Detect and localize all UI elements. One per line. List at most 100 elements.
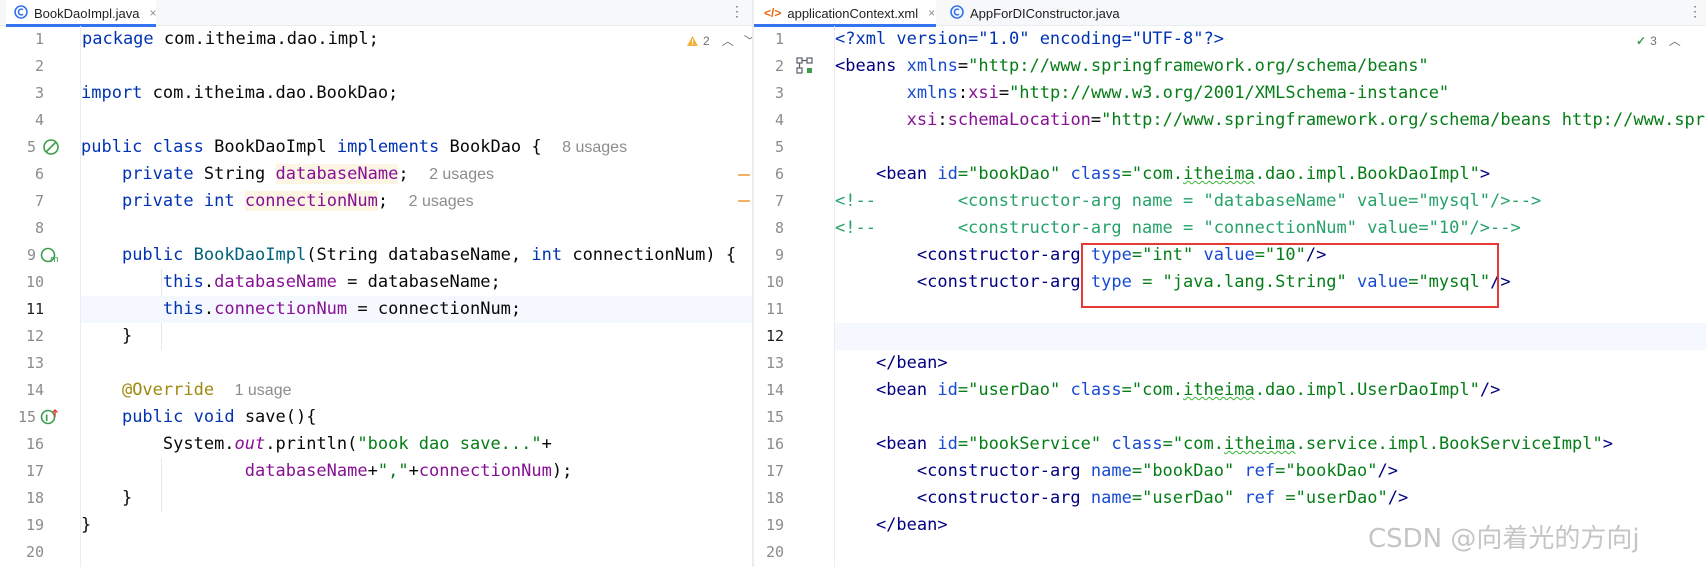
field-name: connectionNum — [244, 191, 378, 211]
xml-attr: id — [937, 434, 958, 454]
line-number: 17 — [765, 462, 784, 480]
code-line: <constructor-arg name="bookDao" ref="boo… — [835, 458, 1706, 485]
xml-attr: name — [1090, 488, 1132, 508]
svg-text:m: m — [50, 255, 59, 264]
line-number: 10 — [765, 273, 784, 291]
code-text: = — [957, 56, 969, 76]
line-number: 9 — [774, 246, 784, 264]
implements-interface-icon[interactable] — [42, 138, 60, 156]
more-tabs-icon[interactable]: ⋮ — [1688, 3, 1702, 20]
xml-value: ="userDao" — [1131, 488, 1245, 508]
xml-value: ="userDao" — [957, 380, 1071, 400]
xml-value: ="com. — [1121, 380, 1184, 400]
code-text: : — [937, 110, 948, 130]
code-line-current: this.connectionNum = connectionNum; — [81, 296, 752, 323]
code-text: com.itheima.dao.impl; — [153, 29, 379, 49]
code-text: .println( — [265, 434, 358, 454]
xml-attr: xmlns — [906, 56, 958, 76]
xml-tag: <constructor-arg — [916, 488, 1091, 508]
code-text: = databaseName; — [336, 272, 501, 292]
close-icon[interactable]: × — [150, 6, 157, 20]
field-name: connectionNum — [418, 461, 552, 481]
keyword: this — [162, 272, 204, 292]
code-text: save(){ — [234, 407, 317, 427]
xml-tag: <constructor-arg — [916, 245, 1091, 265]
code-text: ; — [377, 191, 389, 211]
code-text: = connectionNum; — [347, 299, 522, 319]
line-number: 3 — [34, 84, 44, 102]
highlight-box — [1081, 243, 1499, 308]
xml-prolog: <?xml version="1.0" encoding="UTF-8"?> — [835, 29, 1224, 49]
xml-tag: <constructor-arg — [916, 461, 1091, 481]
spring-beans-icon[interactable] — [796, 57, 814, 75]
code-line: <!-- <constructor-arg name = "databaseNa… — [835, 188, 1706, 215]
code-line: @Override 1 usage — [81, 377, 752, 404]
xml-attr: xsi — [906, 110, 938, 130]
annotation: @Override — [121, 380, 215, 400]
line-number: 6 — [774, 165, 784, 183]
line-number: 15 — [765, 408, 784, 426]
xml-tag: <constructor-arg — [916, 272, 1091, 292]
line-number: 7 — [774, 192, 784, 210]
xml-comment: <!-- <constructor-arg name = "connection… — [835, 218, 1521, 238]
keyword: import — [81, 83, 143, 103]
override-method-icon[interactable]: I — [40, 408, 58, 426]
xml-attr: xmlns — [906, 83, 958, 103]
code-line: <bean id="bookService" class="com.itheim… — [835, 431, 1706, 458]
string-literal: "book dao save..." — [357, 434, 542, 454]
xml-tag: <bean — [875, 434, 938, 454]
tab-appfordiconstructor-java[interactable]: AppForDIConstructor.java — [942, 0, 1120, 26]
xml-tag: /> — [1377, 461, 1398, 481]
code-line: package com.itheima.dao.impl; — [81, 26, 752, 53]
line-number: 13 — [25, 354, 44, 372]
code-line: } — [81, 512, 752, 539]
line-number: 7 — [34, 192, 44, 210]
xml-value: .dao.impl.BookDaoImpl" — [1254, 164, 1480, 184]
code-line: xmlns:xsi="http://www.w3.org/2001/XMLSch… — [835, 80, 1706, 107]
left-code-area[interactable]: package com.itheima.dao.impl; import com… — [81, 26, 752, 567]
xml-attr: ref — [1244, 488, 1276, 508]
code-line: import com.itheima.dao.BookDao; — [81, 80, 752, 107]
code-line-current — [835, 323, 1706, 350]
code-text: String — [193, 164, 276, 184]
java-class-icon — [14, 4, 28, 22]
close-icon[interactable]: × — [928, 6, 935, 20]
code-line: System.out.println("book dao save..."+ — [81, 431, 752, 458]
line-number: 4 — [774, 111, 784, 129]
xml-tag: /> — [1387, 488, 1409, 508]
code-line: </bean> — [835, 350, 1706, 377]
tab-applicationcontext-xml[interactable]: </> applicationContext.xml × — [754, 0, 936, 27]
xml-tag: /> — [1479, 380, 1501, 400]
usages-hint: 2 usages — [408, 193, 474, 210]
code-line: } — [81, 485, 752, 512]
xml-tag: <bean — [875, 164, 938, 184]
constructor-icon[interactable]: m — [40, 246, 59, 265]
line-number: 5 — [774, 138, 784, 156]
code-line: private int connectionNum; 2 usages — [81, 188, 752, 215]
string-literal: "," — [377, 461, 409, 481]
line-number: 17 — [25, 462, 44, 480]
line-number: 19 — [765, 516, 784, 534]
code-text: ; — [398, 164, 409, 184]
line-number: 16 — [25, 435, 44, 453]
xml-value: ="com. — [1162, 434, 1224, 454]
xml-tag: <beans — [835, 56, 907, 76]
xml-value: .dao.impl.UserDaoImpl" — [1254, 380, 1480, 400]
code-line: this.databaseName = databaseName; — [81, 269, 752, 296]
line-number: 14 — [765, 381, 784, 399]
xml-attr: class — [1070, 164, 1122, 184]
usage-marker[interactable] — [738, 174, 750, 176]
usage-marker[interactable] — [738, 200, 750, 202]
tab-bookdaoimpl-java[interactable]: BookDaoImpl.java × — [6, 0, 157, 27]
line-number: 18 — [25, 489, 44, 507]
xml-value: ="bookService" — [957, 434, 1112, 454]
tab-label: applicationContext.xml — [787, 5, 919, 21]
field-name: databaseName — [214, 272, 337, 292]
line-number: 15 — [17, 408, 36, 426]
more-tabs-icon[interactable]: ⋮ — [730, 3, 744, 20]
line-number: 9 — [26, 246, 36, 264]
keyword: private — [121, 164, 194, 184]
keyword: public — [121, 245, 184, 265]
keyword: class — [152, 137, 204, 157]
code-line: <constructor-arg name="userDao" ref ="us… — [835, 485, 1706, 512]
